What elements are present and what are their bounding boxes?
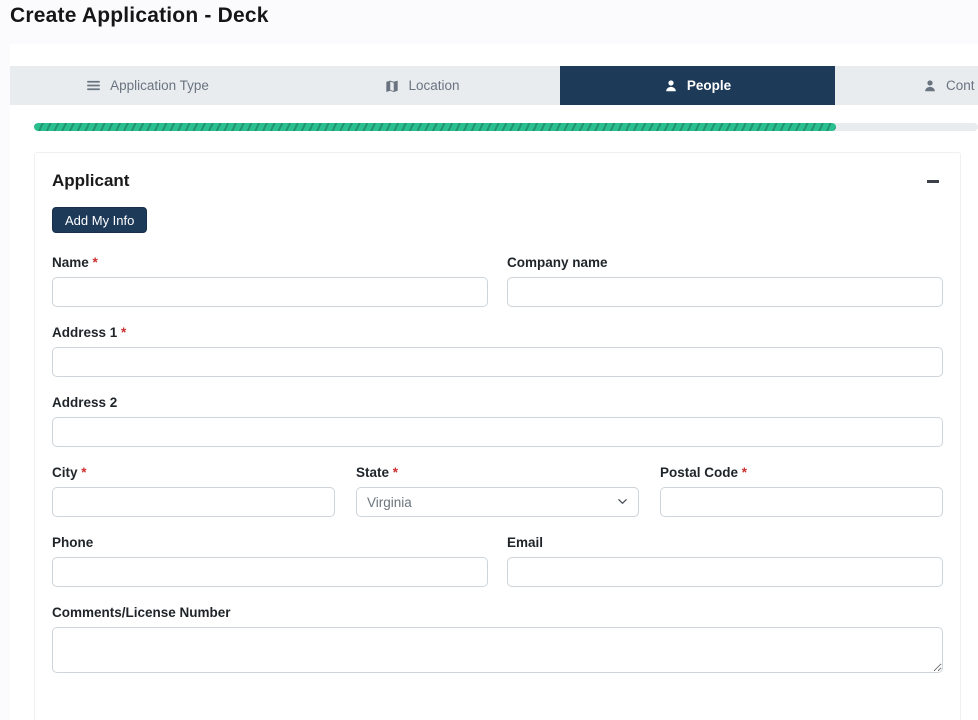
add-my-info-button[interactable]: Add My Info xyxy=(52,207,147,233)
tab-label: Location xyxy=(408,78,459,93)
required-marker: * xyxy=(93,255,98,270)
tab-location[interactable]: Location xyxy=(285,66,560,105)
progress-bar-fill xyxy=(34,123,836,131)
progress-bar-track xyxy=(34,123,978,131)
address1-input[interactable] xyxy=(52,347,943,377)
company-name-label: Company name xyxy=(507,255,943,270)
tab-contacts[interactable]: Cont xyxy=(835,66,978,105)
form-row-address2: Address 2 xyxy=(52,395,943,447)
phone-label: Phone xyxy=(52,535,488,550)
email-label: Email xyxy=(507,535,943,550)
applicant-section: Applicant Add My Info Name * Company nam… xyxy=(34,152,961,720)
tab-application-type[interactable]: Application Type xyxy=(10,66,285,105)
city-input[interactable] xyxy=(52,487,335,517)
postal-code-input[interactable] xyxy=(660,487,943,517)
main-card: Application Type Location People Cont xyxy=(10,44,978,720)
required-marker: * xyxy=(742,465,747,480)
address2-input[interactable] xyxy=(52,417,943,447)
name-input[interactable] xyxy=(52,277,488,307)
required-marker: * xyxy=(121,325,126,340)
collapse-applicant-button[interactable] xyxy=(923,171,943,191)
applicant-section-header: Applicant xyxy=(52,169,943,193)
form-row-city-state-postal: City * State * Virginia Postal Code * xyxy=(52,465,943,517)
required-marker: * xyxy=(393,465,398,480)
tab-label: Application Type xyxy=(110,78,209,93)
email-input[interactable] xyxy=(507,557,943,587)
person-icon xyxy=(664,79,678,93)
chevron-down-icon xyxy=(617,495,628,510)
form-row-address1: Address 1 * xyxy=(52,325,943,377)
phone-input[interactable] xyxy=(52,557,488,587)
comments-label: Comments/License Number xyxy=(52,605,943,620)
state-label: State * xyxy=(356,465,639,480)
state-select-value: Virginia xyxy=(367,495,412,510)
city-label: City * xyxy=(52,465,335,480)
company-name-input[interactable] xyxy=(507,277,943,307)
form-row-phone-email: Phone Email xyxy=(52,535,943,587)
tab-people[interactable]: People xyxy=(560,66,835,105)
name-label: Name * xyxy=(52,255,488,270)
state-select[interactable]: Virginia xyxy=(356,487,639,517)
list-icon xyxy=(86,78,101,93)
page-title: Create Application - Deck xyxy=(10,4,269,28)
comments-textarea[interactable] xyxy=(52,627,943,673)
tab-label: People xyxy=(687,78,731,93)
wizard-tab-bar: Application Type Location People Cont xyxy=(10,66,978,105)
form-row-comments: Comments/License Number xyxy=(52,605,943,673)
required-marker: * xyxy=(81,465,86,480)
tab-label: Cont xyxy=(946,78,975,93)
form-row-name-company: Name * Company name xyxy=(52,255,943,307)
applicant-form: Name * Company name Address 1 * Address … xyxy=(52,255,943,673)
map-icon xyxy=(385,79,399,93)
person-icon xyxy=(923,79,937,93)
minus-icon xyxy=(927,180,939,183)
postal-code-label: Postal Code * xyxy=(660,465,943,480)
address2-label: Address 2 xyxy=(52,395,943,410)
section-title: Applicant xyxy=(52,171,129,191)
address1-label: Address 1 * xyxy=(52,325,943,340)
